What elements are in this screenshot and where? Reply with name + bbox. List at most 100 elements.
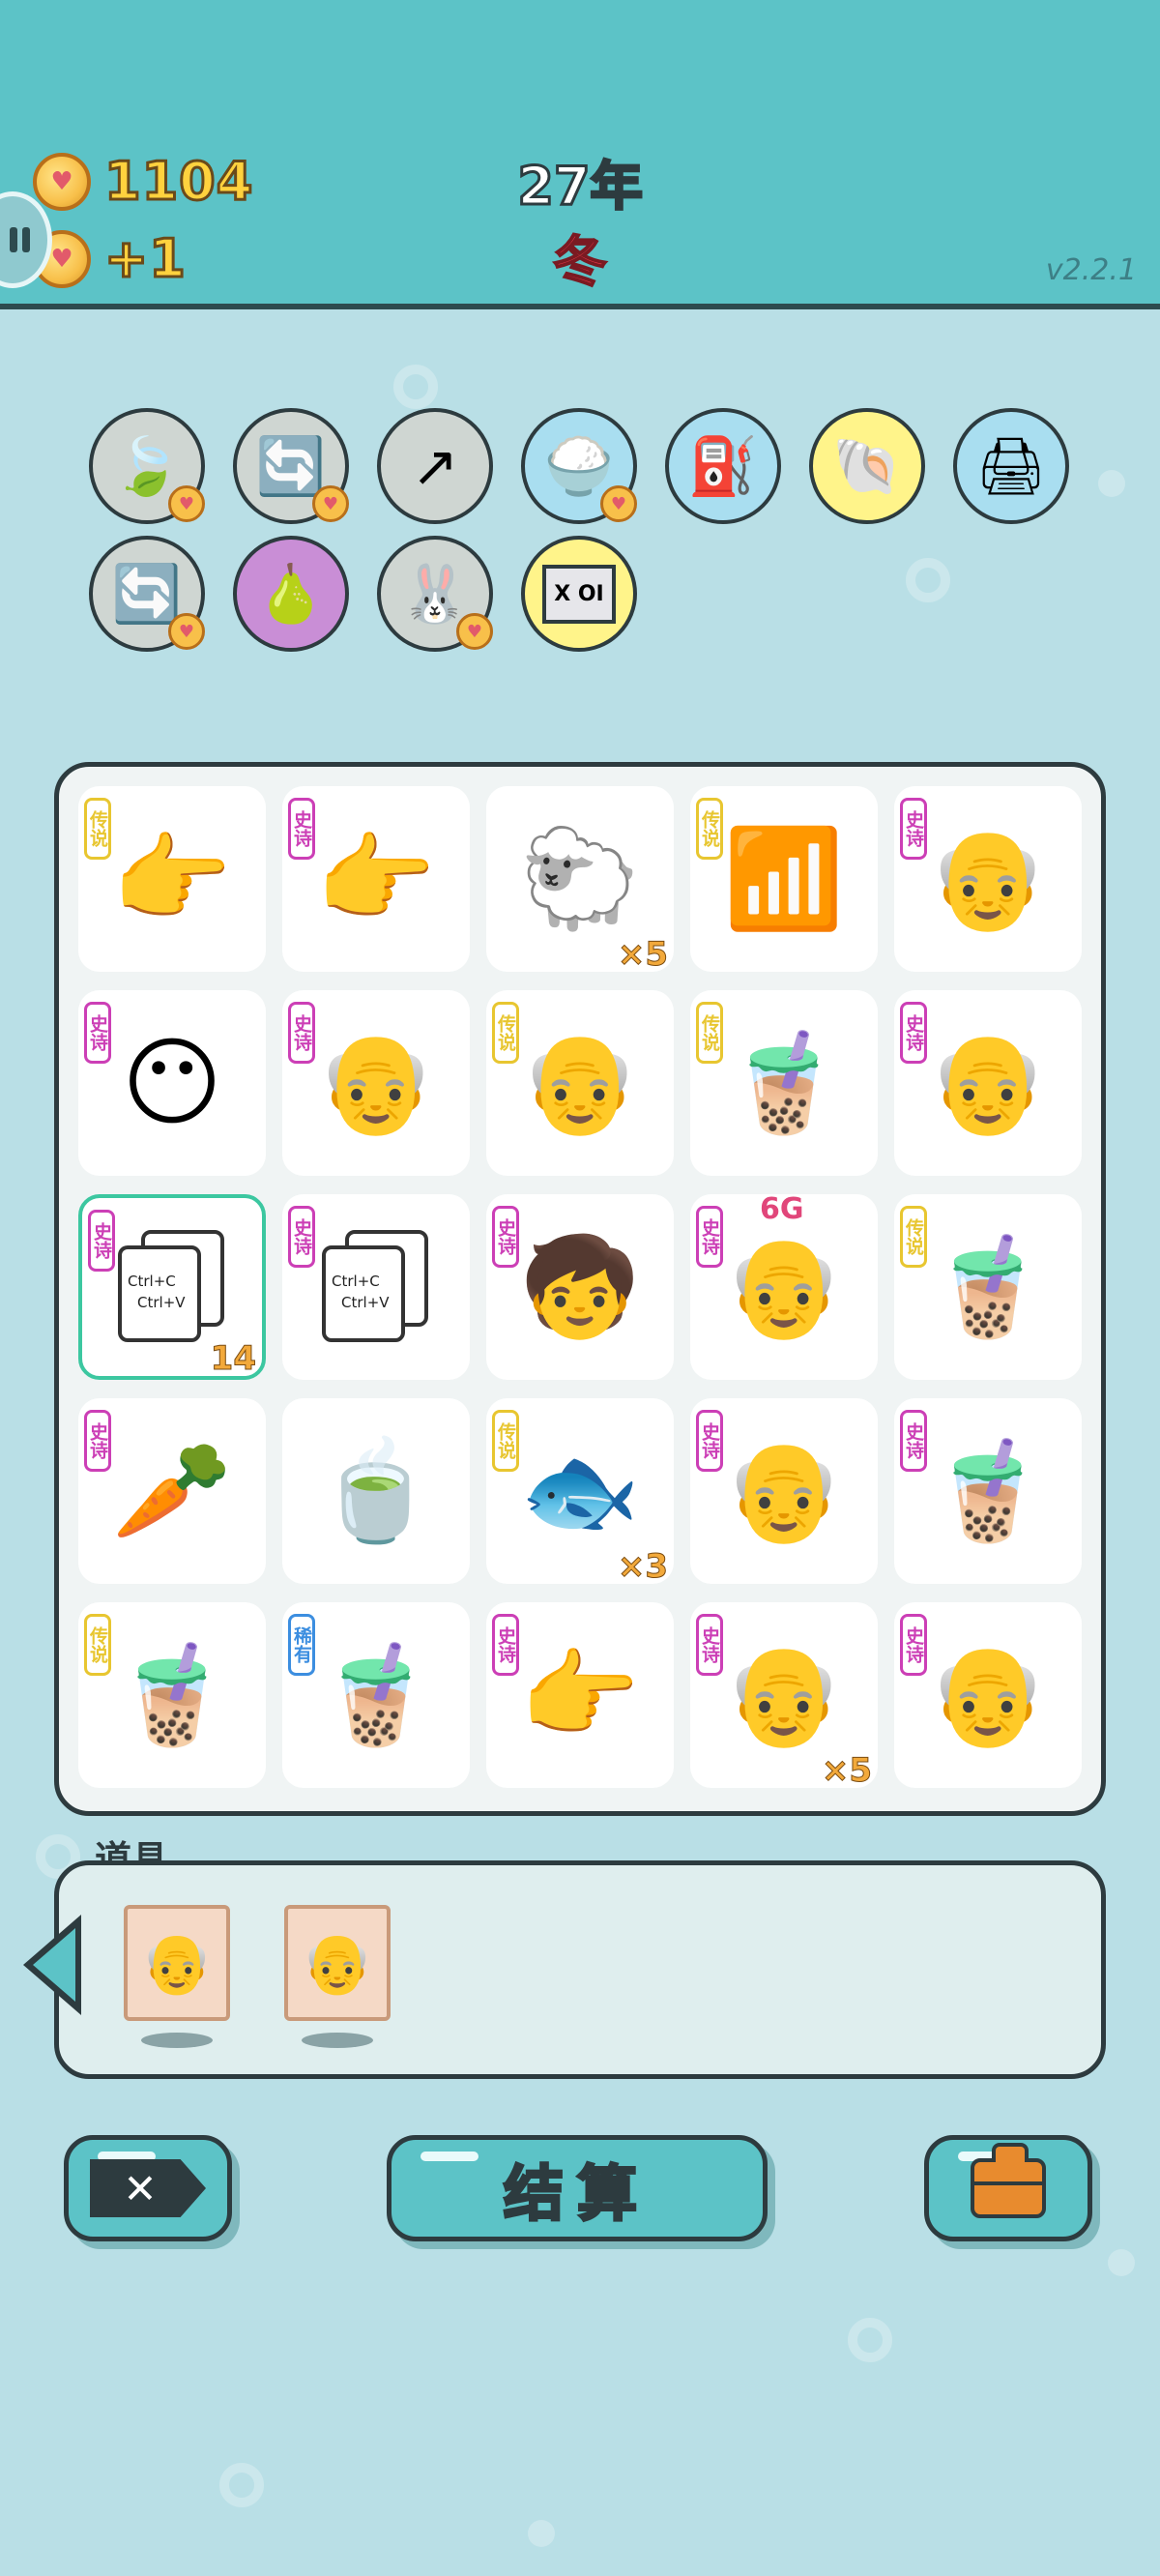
heart-coin-icon: ♥ (312, 485, 349, 522)
slot-red-cap-boy[interactable]: 史诗 🧒 (486, 1194, 674, 1380)
slot-old-man[interactable]: 史诗 👴 (894, 990, 1082, 1176)
rarity-tag: 史诗 (288, 798, 315, 860)
rice-bowl-icon[interactable]: 🍚 ♥ (521, 408, 637, 524)
tea-bag-icon: 🍵 (315, 1434, 437, 1547)
version-label: v2.2.1 (1045, 253, 1137, 287)
air-pump-icon[interactable]: ⛽ (665, 408, 781, 524)
rarity-tag: 史诗 (84, 1410, 111, 1472)
copy-paste-icon: Ctrl+C Ctrl+V (322, 1230, 430, 1344)
rarity-tag: 史诗 (696, 1614, 723, 1676)
rabbit-icon[interactable]: 🐰 ♥ (377, 536, 493, 652)
slot-old-man[interactable]: 史诗 👴 (894, 786, 1082, 972)
slot-tea-bag[interactable]: 🍵 (282, 1398, 470, 1584)
slot-bubble-tea-dome[interactable]: 传说 🧋 (78, 1602, 266, 1788)
sheep-icon: 🐑 (519, 822, 641, 935)
slot-pointing-hand-gold[interactable]: 传说 👉 (78, 786, 266, 972)
pointing-hand-gray-icon: 👉 (315, 822, 437, 935)
prop-old-man-portrait[interactable]: 👴 (124, 1905, 230, 2021)
slot-old-man[interactable]: 史诗 👴 ×5 (690, 1602, 878, 1791)
slot-old-man[interactable]: 史诗 👴 (690, 1398, 878, 1584)
bubble-tea-dome-icon: 🧋 (927, 1230, 1049, 1343)
slot-yellow-face[interactable]: 史诗 😶 (78, 990, 266, 1176)
year-label: 27年 (516, 155, 644, 219)
refresh-icon[interactable]: 🔄 ♥ (233, 408, 349, 524)
prop-shadow (141, 2033, 213, 2048)
koi-fish-icon: 🐟 (519, 1434, 641, 1547)
heart-coin-icon: ♥ (600, 485, 637, 522)
slot-carrot[interactable]: 史诗 🥕 (78, 1398, 266, 1584)
rarity-tag: 史诗 (88, 1210, 115, 1272)
bubble-tea-small-icon: 🧋 (315, 1638, 437, 1751)
yellow-face-icon: 😶 (121, 1026, 223, 1139)
pointing-hand-gray-icon: 👉 (519, 1638, 641, 1751)
refresh-icon-2[interactable]: 🔄 ♥ (89, 536, 205, 652)
briefcase-icon (971, 2143, 1046, 2218)
slot-pointing-hand-gray[interactable]: 史诗 👉 (486, 1602, 674, 1788)
slot-bubble-tea-dome[interactable]: 传说 🧋 (690, 990, 878, 1176)
slot-wifi[interactable]: 传说 📶 (690, 786, 878, 972)
stack-count: 14 (210, 1339, 256, 1379)
season-label: 冬 (552, 230, 608, 295)
heart-coin-icon: ♥ (168, 613, 205, 650)
old-man-6g-icon: 👴 (723, 1230, 845, 1343)
printer-icon[interactable]: 🖨 (953, 408, 1069, 524)
prop-shadow (302, 2033, 373, 2048)
pointing-hand-gold-icon: 👉 (111, 822, 233, 935)
settle-button[interactable]: 结算 (387, 2135, 768, 2241)
leaf-icon[interactable]: 🍃 ♥ (89, 408, 205, 524)
slot-old-man[interactable]: 史诗 👴 (894, 1602, 1082, 1788)
old-man-icon: 👴 (927, 1638, 1049, 1751)
rarity-tag: 史诗 (696, 1410, 723, 1472)
settle-label: 结算 (502, 2157, 651, 2231)
slot-bubble-tea-small[interactable]: 稀有 🧋 (282, 1602, 470, 1788)
rarity-tag: 史诗 (900, 798, 927, 860)
old-man-icon: 👴 (927, 1026, 1049, 1139)
carrot-icon: 🥕 (111, 1434, 233, 1547)
bubble-tea-dome-icon: 🧋 (111, 1638, 233, 1751)
chip-icon[interactable]: X OI (521, 536, 637, 652)
heart-coin-icon: ♥ (168, 485, 205, 522)
network-badge: 6G (760, 1192, 804, 1226)
rarity-tag: 史诗 (84, 1002, 111, 1064)
rarity-tag: 传说 (492, 1410, 519, 1472)
discard-button[interactable]: ✕ (64, 2135, 232, 2241)
rarity-tag: 稀有 (288, 1614, 315, 1676)
shell-icon[interactable]: 🐚 (809, 408, 925, 524)
bubble-tea-tall-icon: 🧋 (927, 1434, 1049, 1547)
slot-pointing-hand-gray[interactable]: 史诗 👉 (282, 786, 470, 972)
rarity-tag: 传说 (696, 798, 723, 860)
stack-count: ×5 (821, 1751, 872, 1791)
slot-sheep[interactable]: 🐑 ×5 (486, 786, 674, 975)
rarity-tag: 史诗 (900, 1002, 927, 1064)
stack-count: ×5 (617, 935, 668, 975)
slot-bubble-tea-dome[interactable]: 传说 🧋 (894, 1194, 1082, 1380)
rarity-tag: 史诗 (900, 1410, 927, 1472)
rarity-tag: 史诗 (492, 1206, 519, 1268)
old-man-icon: 👴 (927, 822, 1049, 935)
rarity-tag: 传说 (84, 798, 111, 860)
copy-paste-icon: Ctrl+C Ctrl+V (118, 1230, 226, 1344)
rarity-tag: 传说 (492, 1002, 519, 1064)
discard-icon: ✕ (90, 2159, 206, 2217)
slot-ctrl-c-ctrl-v[interactable]: 史诗 Ctrl+C Ctrl+V 14 (78, 1194, 266, 1380)
trend-arrow-icon[interactable]: ↗ (377, 408, 493, 524)
rarity-tag: 史诗 (900, 1614, 927, 1676)
prop-old-man-portrait[interactable]: 👴 (284, 1905, 391, 2021)
top-bar: ♥ 1104 ♥ +1 27年 冬 v2.2.1 (0, 0, 1160, 309)
grapefruit-icon[interactable]: 🍐 (233, 536, 349, 652)
rarity-tag: 史诗 (288, 1002, 315, 1064)
slot-bubble-tea-tall[interactable]: 史诗 🧋 (894, 1398, 1082, 1584)
slot-ctrl-c-ctrl-v[interactable]: 史诗 Ctrl+C Ctrl+V (282, 1194, 470, 1380)
heart-coin-icon: ♥ (456, 613, 493, 650)
rarity-tag: 传说 (84, 1614, 111, 1676)
inventory-button[interactable] (924, 2135, 1092, 2241)
slot-koi-fish[interactable]: 传说 🐟 ×3 (486, 1398, 674, 1587)
slot-board: 传说 👉 史诗 👉 🐑 ×5 传说 📶 史诗 👴 史诗 😶 史诗 👴 传说 👴 传说 🧋 史诗 👴 史诗 Ctrl+C Ct… (54, 762, 1106, 1816)
stack-count: ×3 (617, 1547, 668, 1587)
slot-old-man-grinning[interactable]: 传说 👴 (486, 990, 674, 1176)
rarity-tag: 史诗 (696, 1206, 723, 1268)
slot-old-man-6g[interactable]: 史诗 👴 6G (690, 1192, 878, 1380)
slot-old-man[interactable]: 史诗 👴 (282, 990, 470, 1176)
rarity-tag: 史诗 (288, 1206, 315, 1268)
rarity-tag: 传说 (900, 1206, 927, 1268)
